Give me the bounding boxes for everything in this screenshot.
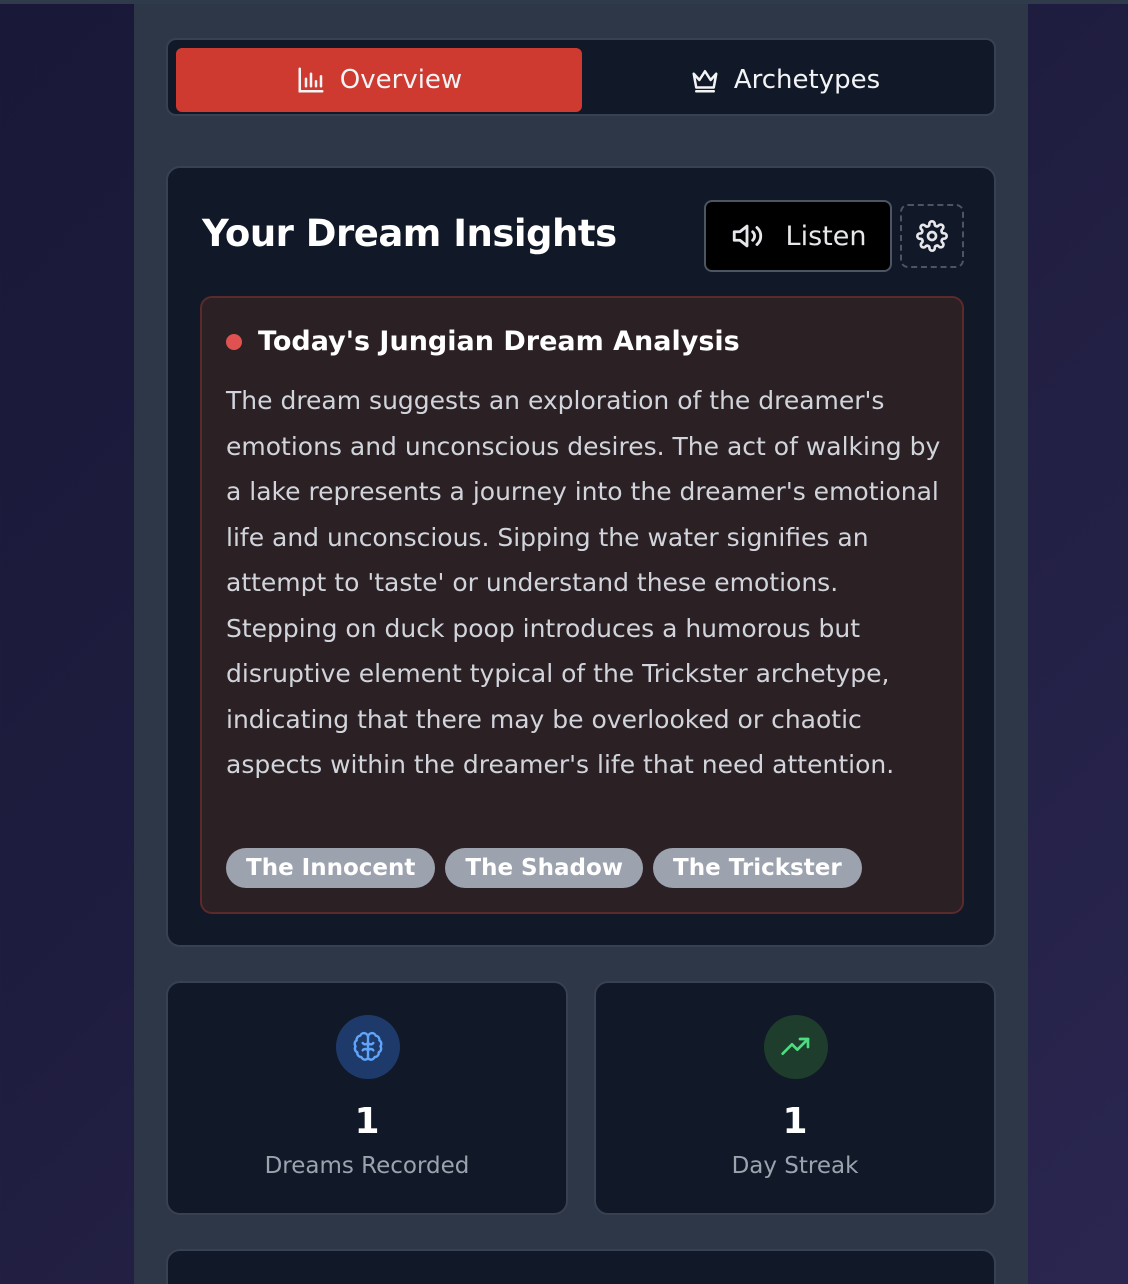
tab-overview-label: Overview [339,65,463,95]
stat-value: 1 [782,1101,808,1142]
stat-label: Dreams Recorded [264,1153,470,1179]
dream-insights-card: Your Dream Insights Listen Today's Jungi… [166,166,996,947]
stat-label: Day Streak [731,1153,859,1179]
stat-icon-circle [764,1015,828,1079]
gear-icon [916,220,948,252]
stat-icon-circle [336,1015,400,1079]
stat-value: 1 [354,1101,380,1142]
analysis-text: The dream suggests an exploration of the… [226,386,941,779]
listen-button[interactable]: Listen [704,200,892,272]
tab-overview[interactable]: Overview [176,48,582,112]
analysis-title: Today's Jungian Dream Analysis [258,326,740,357]
settings-button[interactable] [900,204,964,268]
insights-title: Your Dream Insights [202,212,617,255]
tab-archetypes-label: Archetypes [733,65,881,95]
trending-up-icon [781,1037,810,1055]
status-dot [226,334,242,350]
next-card [166,1249,996,1284]
bar-chart-icon [298,67,324,93]
crown-icon [692,70,718,93]
stat-card-day-streak: 1 Day Streak [594,981,996,1215]
dream-analysis-panel: Today's Jungian Dream Analysis The dream… [200,296,964,914]
tab-bar: Overview Archetypes [166,38,996,116]
listen-button-label: Listen [785,220,867,252]
stat-card-dreams-recorded: 1 Dreams Recorded [166,981,568,1215]
archetype-tag: The Shadow [445,848,644,888]
speaker-icon [732,224,762,248]
tab-archetypes[interactable]: Archetypes [582,48,988,112]
archetype-tags: The Innocent The Shadow The Trickster [226,848,862,888]
archetype-tag: The Trickster [653,848,862,888]
brain-icon [353,1031,383,1061]
archetype-tag: The Innocent [226,848,436,888]
